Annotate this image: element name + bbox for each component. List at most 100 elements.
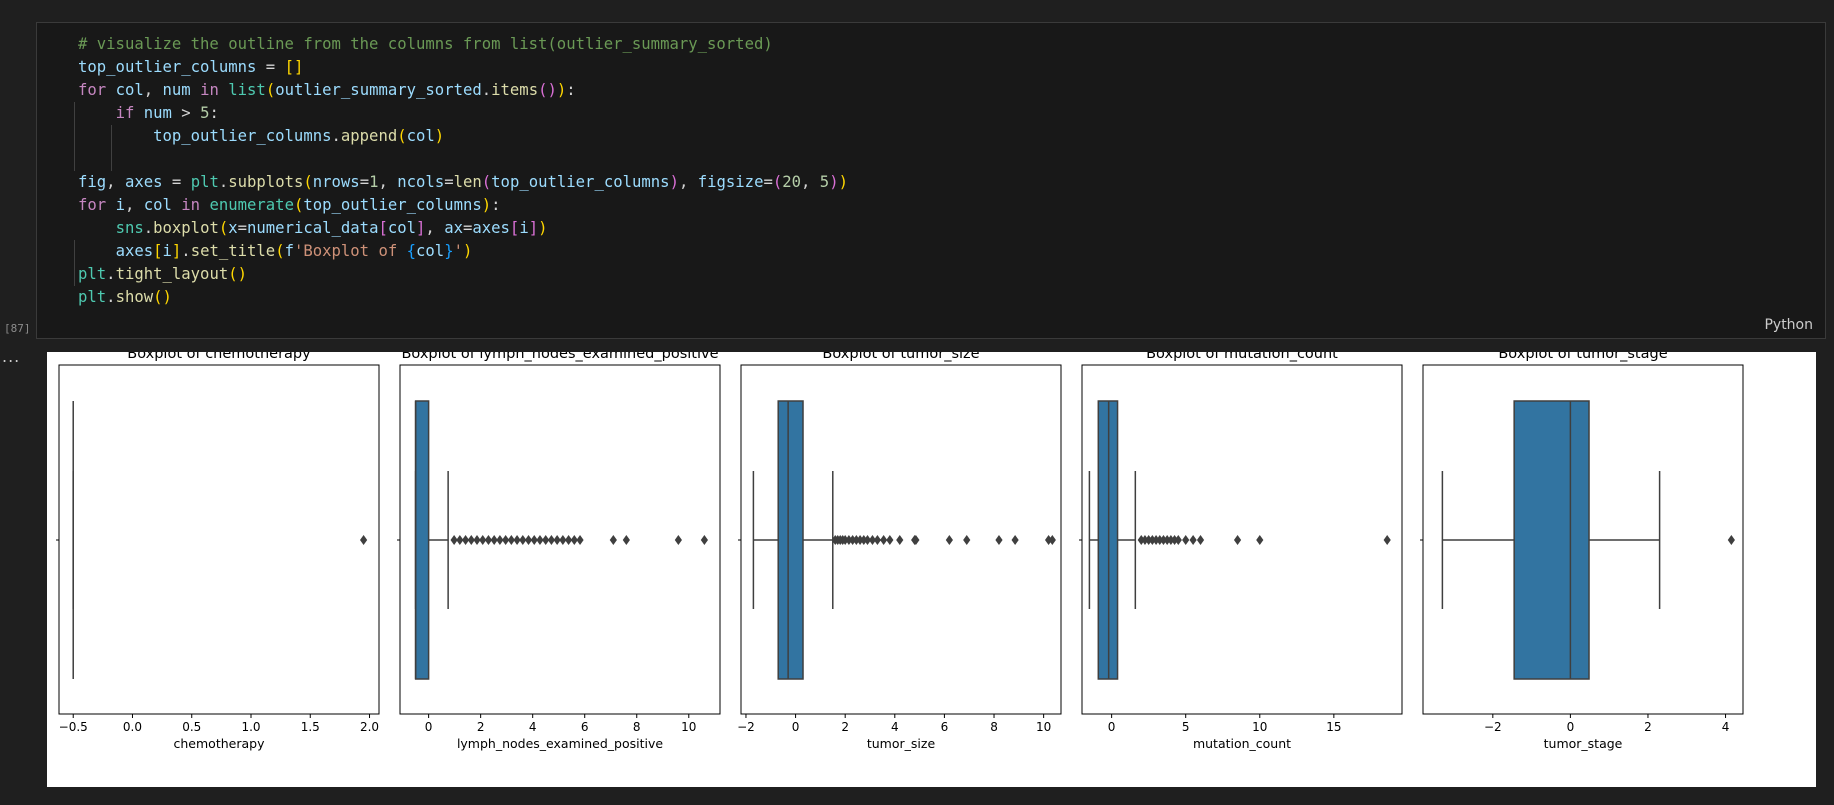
code-token: (: [481, 173, 492, 191]
code-token: num: [143, 104, 172, 122]
code-token: # visualize the outline from the columns…: [78, 35, 773, 53]
code-token: col: [387, 219, 417, 237]
x-tick-label: 4: [529, 720, 537, 734]
outlier-point: [945, 535, 953, 545]
code-token: (: [397, 127, 407, 145]
x-tick-label: 8: [633, 720, 641, 734]
code-line: top_outlier_columns = []: [78, 56, 848, 79]
code-token: (: [218, 219, 229, 237]
code-token: list: [228, 81, 266, 99]
outlier-point: [609, 535, 617, 545]
code-token: {: [406, 242, 417, 260]
code-token: 20: [782, 173, 802, 191]
code-token: ,: [425, 219, 445, 237]
code-token: top_outlier_columns: [303, 196, 482, 214]
code-token: ,: [143, 81, 163, 99]
x-tick-label: 1.0: [241, 720, 260, 734]
code-token: ): [669, 173, 679, 191]
x-tick-label: 0: [1567, 720, 1575, 734]
code-token: :: [209, 104, 219, 122]
code-token: ): [556, 81, 567, 99]
x-tick-label: −2: [737, 720, 755, 734]
x-tick-label: 0: [425, 720, 433, 734]
code-token: outlier_summary_sorted: [275, 81, 482, 99]
code-token: =: [162, 173, 191, 191]
code-editor[interactable]: # visualize the outline from the columns…: [78, 33, 848, 309]
code-token: [: [509, 219, 520, 237]
code-line: for i, col in enumerate(top_outlier_colu…: [78, 194, 848, 217]
code-token: =: [763, 173, 773, 191]
x-axis-label: tumor_stage: [1544, 736, 1623, 751]
code-line: # visualize the outline from the columns…: [78, 33, 848, 56]
language-label[interactable]: Python: [1764, 317, 1813, 333]
code-token: if: [115, 104, 144, 122]
code-token: num: [162, 81, 191, 99]
iqr-box: [1513, 400, 1590, 680]
chart-title: Boxplot of chemotherapy: [127, 352, 311, 362]
code-token: enumerate: [209, 196, 294, 214]
axes-frame: [58, 364, 380, 715]
execution-count: [87]: [4, 322, 31, 335]
x-tick-label: 4: [891, 720, 899, 734]
outlier-point: [359, 535, 368, 545]
code-token: f: [284, 242, 294, 260]
outlier-point: [674, 535, 682, 545]
outlier-point: [896, 535, 904, 545]
code-token: plt: [78, 265, 107, 283]
code-token: sns: [115, 219, 144, 237]
code-token: =: [444, 173, 454, 191]
outlier-point: [1383, 535, 1391, 545]
iqr-box: [414, 400, 430, 680]
x-tick-label: 5: [1182, 720, 1190, 734]
code-token: ): [838, 173, 848, 191]
code-token: (): [228, 265, 248, 283]
outlier-point: [1196, 535, 1205, 545]
x-axis-label: chemotherapy: [174, 736, 266, 751]
code-token: ,: [124, 196, 144, 214]
code-cell-input[interactable]: # visualize the outline from the columns…: [36, 22, 1826, 339]
code-token: ,: [801, 173, 820, 191]
x-tick-label: 0.5: [182, 720, 201, 734]
code-token: plt: [78, 288, 107, 306]
x-tick-label: 2: [477, 720, 485, 734]
boxplot-figure: Boxplot of chemotherapy −0.5 0.0 0.5 1.0 1.5 2…: [56, 352, 1744, 751]
code-token: boxplot: [153, 219, 219, 237]
code-token: :: [491, 196, 501, 214]
code-token: >: [171, 104, 201, 122]
code-token: fig: [78, 173, 107, 191]
boxplot-panel-2: Boxplot of lymph_nodes_examined_positive…: [397, 352, 721, 751]
outlier-point: [700, 535, 708, 545]
code-token: (: [303, 173, 313, 191]
code-line: plt.show(): [78, 286, 848, 309]
chart-title: Boxplot of lymph_nodes_examined_positive: [401, 352, 718, 362]
x-tick-label: 2.0: [360, 720, 379, 734]
outlier-point: [1256, 535, 1264, 545]
x-tick-label: 0.0: [123, 720, 142, 734]
x-tick-label: −2: [1484, 720, 1502, 734]
code-token: ,: [378, 173, 398, 191]
code-token: ,: [678, 173, 698, 191]
code-token: ): [829, 173, 839, 191]
code-line: if num > 5:: [78, 102, 848, 125]
chart-title: Boxplot of tumor_stage: [1498, 352, 1667, 362]
outlier-point: [963, 535, 971, 545]
code-token: top_outlier_columns: [153, 127, 332, 145]
outlier-point: [995, 535, 1003, 545]
code-token: ]: [528, 219, 539, 237]
code-token: ': [453, 242, 463, 260]
x-tick-label: 4: [1722, 720, 1730, 734]
code-token: .: [143, 219, 154, 237]
x-tick-label: 0: [1108, 720, 1116, 734]
output-more-actions-icon[interactable]: ...: [2, 349, 20, 365]
code-token: [: [153, 242, 163, 260]
code-token: x: [228, 219, 238, 237]
x-tick-label: 2: [1644, 720, 1652, 734]
code-token: in: [190, 81, 229, 99]
outlier-point: [880, 535, 888, 545]
outlier-point: [1011, 535, 1019, 545]
code-token: col: [143, 196, 172, 214]
outlier-point: [1048, 535, 1056, 545]
